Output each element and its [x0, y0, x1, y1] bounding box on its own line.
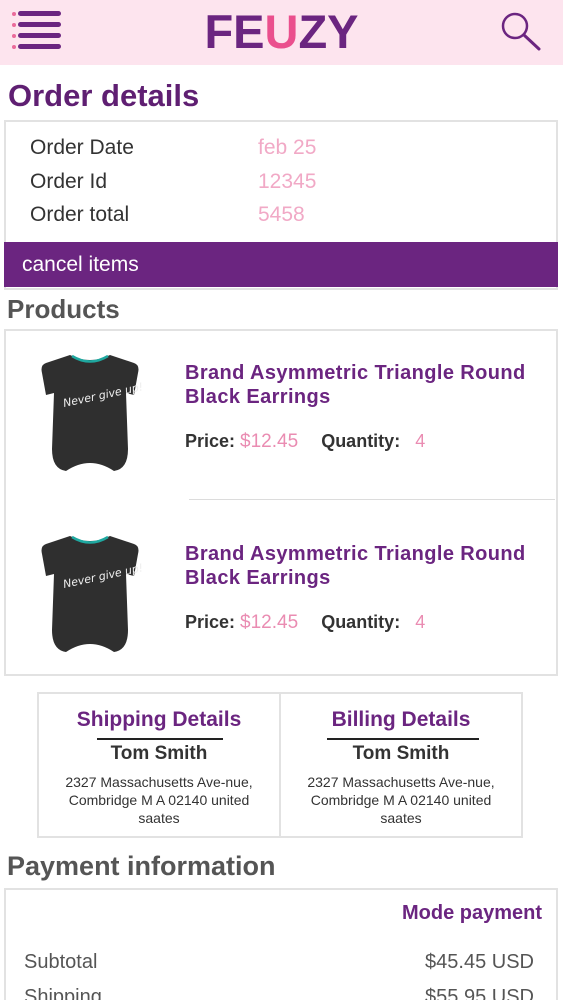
- payment-information-title: Payment information: [7, 851, 276, 881]
- product-title[interactable]: Brand Asymmetric Triangle Round Black Ea…: [185, 542, 545, 590]
- payment-card: Mode payment Subtotal $45.45 USD Shippin…: [4, 888, 558, 1000]
- shipping-divider: [97, 738, 223, 740]
- product-image[interactable]: Never give up!: [34, 351, 146, 475]
- price-value: $12.45: [240, 431, 299, 452]
- mode-payment-label: Mode payment: [401, 902, 542, 924]
- order-id-value: 12345: [258, 170, 317, 193]
- price-label: Price:: [185, 431, 236, 451]
- products-title: Products: [7, 294, 120, 324]
- billing-details-card: Billing Details Tom Smith 2327 Massachus…: [279, 692, 523, 838]
- billing-details-title: Billing Details: [331, 708, 471, 731]
- billing-address: 2327 Massachusetts Ave-nue, Combridge M …: [307, 774, 495, 826]
- order-total-value: 5458: [258, 203, 305, 226]
- logo[interactable]: FEUZY: [0, 6, 563, 58]
- page: FEUZY Order details Order Date feb 25 Or…: [0, 0, 563, 1000]
- price-row: Price: $12.45 Quantity: 4: [185, 431, 425, 453]
- order-id-label: Order Id: [30, 170, 108, 193]
- shipping-details-card: Shipping Details Tom Smith 2327 Massachu…: [37, 692, 281, 838]
- shipping-name: Tom Smith: [110, 743, 208, 764]
- price-value: $12.45: [240, 612, 299, 633]
- product-item[interactable]: Never give up! Brand Asymmetric Triangle…: [6, 351, 559, 491]
- cancel-items-button[interactable]: cancel items: [4, 242, 558, 287]
- quantity-label: Quantity:: [321, 612, 401, 632]
- quantity-label: Quantity:: [321, 431, 401, 451]
- quantity-value: 4: [415, 431, 426, 451]
- price-row: Price: $12.45 Quantity: 4: [185, 612, 425, 634]
- search-icon[interactable]: [498, 10, 544, 54]
- quantity-value: 4: [415, 612, 426, 632]
- shipping-details-title: Shipping Details: [76, 708, 242, 731]
- shipping-value: $55.95 USD: [425, 986, 534, 1000]
- order-date-label: Order Date: [30, 136, 134, 159]
- subtotal-value: $45.45 USD: [425, 951, 534, 973]
- billing-name: Tom Smith: [352, 743, 450, 764]
- product-item[interactable]: Never give up! Brand Asymmetric Triangle…: [6, 532, 559, 672]
- shipping-address: 2327 Massachusetts Ave-nue, Combridge M …: [65, 774, 253, 826]
- shipping-label: Shipping: [24, 986, 102, 1000]
- product-title[interactable]: Brand Asymmetric Triangle Round Black Ea…: [185, 361, 545, 409]
- order-date-value: feb 25: [258, 136, 317, 159]
- order-total-label: Order total: [30, 203, 130, 226]
- top-bar: FEUZY: [0, 0, 563, 65]
- billing-divider: [327, 738, 479, 740]
- product-divider: [189, 499, 555, 500]
- subtotal-label: Subtotal: [24, 951, 98, 973]
- product-image[interactable]: Never give up!: [34, 532, 146, 656]
- price-label: Price:: [185, 612, 236, 632]
- order-details-title: Order details: [8, 78, 200, 113]
- products-card: Never give up! Brand Asymmetric Triangle…: [4, 329, 558, 676]
